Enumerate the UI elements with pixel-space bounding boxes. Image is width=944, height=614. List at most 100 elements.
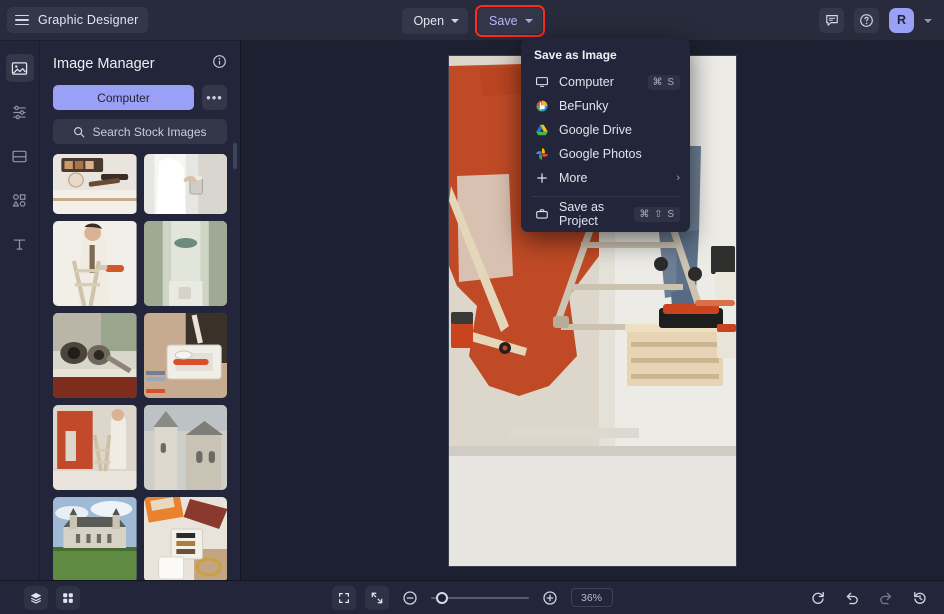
image-manager-panel: Image Manager Computer •••: [40, 41, 241, 580]
thumbnail-grid: [40, 144, 240, 580]
panel-actions: Computer •••: [40, 74, 240, 110]
chateau-on-green-lawn-thumb: [53, 497, 137, 580]
shapes-icon: [11, 192, 28, 209]
grid-icon: [61, 591, 75, 605]
fullscreen-button[interactable]: [332, 586, 356, 610]
avatar-chevron-down-icon[interactable]: [924, 19, 932, 23]
menu-item-google-photos[interactable]: Google Photos: [521, 142, 690, 166]
color-swatches-in-hand-thumb: [144, 497, 228, 580]
zoom-controls: 36%: [0, 586, 944, 610]
zoom-in-icon: [542, 590, 558, 606]
menu-divider: [532, 196, 679, 197]
app-body: Image Manager Computer •••: [0, 41, 944, 580]
paint-tray-with-swatches-thumb: [144, 313, 228, 398]
list-item[interactable]: [53, 497, 137, 580]
list-item[interactable]: [53, 154, 137, 214]
panel-title: Image Manager: [53, 56, 155, 72]
menu-item-more[interactable]: More ›: [521, 166, 690, 190]
fit-to-screen-button[interactable]: [365, 586, 389, 610]
menu-item-label: Google Photos: [559, 147, 680, 161]
menu-item-befunky[interactable]: BeFunky: [521, 94, 690, 118]
shortcut-badge: ⌘ ⇧ S: [634, 207, 680, 222]
save-dropdown-menu: Save as Image Computer ⌘ S: [521, 38, 690, 232]
menu-item-google-drive[interactable]: Google Drive: [521, 118, 690, 142]
shortcut-badge: ⌘ S: [648, 75, 680, 90]
open-label: Open: [413, 14, 444, 28]
computer-source-button[interactable]: Computer: [53, 85, 194, 110]
header-right-group: R: [819, 8, 944, 33]
chevron-right-icon: ›: [676, 172, 680, 184]
app-header: Graphic Designer Open Save: [0, 0, 944, 41]
footer-left-group: [24, 586, 80, 610]
zoom-in-button[interactable]: [538, 586, 562, 610]
chevron-down-icon: [525, 19, 533, 23]
list-item[interactable]: [144, 497, 228, 580]
rail-item-graphics[interactable]: [6, 186, 34, 214]
history-icon: [912, 590, 928, 606]
comment-button[interactable]: [819, 8, 844, 33]
panel-header: Image Manager: [40, 41, 240, 74]
undo-icon: [844, 590, 860, 606]
person-holding-paint-can-thumb: [144, 154, 228, 214]
save-button[interactable]: Save: [478, 8, 542, 34]
plus-icon: [534, 171, 549, 185]
menu-item-label: Google Drive: [559, 123, 680, 137]
open-button[interactable]: Open: [402, 8, 468, 34]
menu-item-label: Computer: [559, 75, 638, 89]
history-button[interactable]: [908, 586, 932, 610]
zoom-slider-handle[interactable]: [436, 592, 448, 604]
help-button[interactable]: [854, 8, 879, 33]
text-icon: [11, 236, 28, 253]
hamburger-icon: [15, 15, 29, 26]
briefcase-icon: [534, 207, 549, 221]
google-drive-icon: [534, 123, 549, 137]
redo-icon: [878, 590, 894, 606]
paint-rollers-closeup-thumb: [53, 313, 137, 398]
fullscreen-icon: [337, 591, 351, 605]
avatar[interactable]: R: [889, 8, 914, 33]
list-item[interactable]: [53, 313, 137, 398]
list-item[interactable]: [53, 405, 137, 490]
fit-to-screen-icon: [370, 591, 384, 605]
graphic-designer-app: Graphic Designer Open Save: [0, 0, 944, 614]
more-sources-button[interactable]: •••: [202, 85, 227, 110]
chevron-down-icon: [451, 19, 459, 23]
list-item[interactable]: [144, 313, 228, 398]
rail-item-text[interactable]: [6, 230, 34, 258]
undo-button[interactable]: [840, 586, 864, 610]
menu-item-computer[interactable]: Computer ⌘ S: [521, 70, 690, 94]
zoom-out-button[interactable]: [398, 586, 422, 610]
rail-item-image-manager[interactable]: [6, 54, 34, 82]
zoom-slider[interactable]: [431, 591, 529, 605]
reset-button[interactable]: [806, 586, 830, 610]
search-icon: [73, 126, 85, 138]
frame-icon: [11, 148, 28, 165]
redo-button[interactable]: [874, 586, 898, 610]
panel-scrollbar[interactable]: [233, 143, 237, 169]
list-item[interactable]: [144, 221, 228, 306]
search-row: Search Stock Images: [40, 110, 240, 144]
info-circle-icon: [212, 54, 227, 69]
save-label: Save: [489, 14, 518, 28]
footer-right-group: [806, 586, 932, 610]
search-stock-images-button[interactable]: Search Stock Images: [53, 119, 227, 144]
bottom-toolbar: 36%: [0, 580, 944, 614]
list-item[interactable]: [144, 154, 228, 214]
app-title: Graphic Designer: [38, 13, 138, 27]
menu-item-save-as-project[interactable]: Save as Project ⌘ ⇧ S: [521, 202, 690, 226]
list-item[interactable]: [144, 405, 228, 490]
layers-button[interactable]: [24, 586, 48, 610]
grid-view-button[interactable]: [56, 586, 80, 610]
woman-leaning-on-ladder-thumb: [53, 221, 137, 306]
brand-menu-button[interactable]: Graphic Designer: [7, 7, 148, 33]
monitor-icon: [534, 75, 549, 89]
image-icon: [11, 60, 28, 77]
rail-item-edit-adjust[interactable]: [6, 98, 34, 126]
google-photos-icon: [534, 147, 549, 161]
zoom-level-field[interactable]: 36%: [571, 588, 613, 607]
list-item[interactable]: [53, 221, 137, 306]
info-button[interactable]: [212, 54, 227, 74]
layers-icon: [29, 591, 43, 605]
reset-rotate-icon: [810, 590, 826, 606]
rail-item-templates[interactable]: [6, 142, 34, 170]
